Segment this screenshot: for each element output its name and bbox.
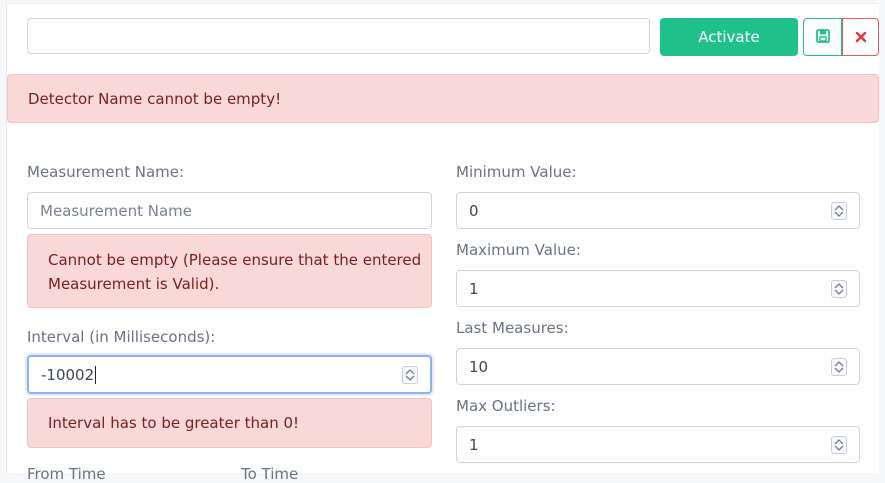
measurement-name-placeholder: Measurement Name xyxy=(40,201,192,220)
measurement-name-label: Measurement Name: xyxy=(27,163,185,181)
minimum-value-input[interactable]: 0 xyxy=(456,192,860,229)
measurement-error-text: Cannot be empty (Please ensure that the … xyxy=(48,251,422,293)
interval-label: Interval (in Milliseconds): xyxy=(27,328,216,346)
detector-name-input[interactable] xyxy=(27,18,650,54)
activate-button[interactable]: Activate xyxy=(660,18,798,56)
max-outliers-input[interactable]: 1 xyxy=(456,426,860,463)
interval-error-text: Interval has to be greater than 0! xyxy=(48,414,300,432)
interval-input[interactable]: -10002 xyxy=(27,355,432,394)
maximum-value-label: Maximum Value: xyxy=(456,241,581,259)
chevron-down-icon xyxy=(834,289,844,295)
detector-name-error-text: Detector Name cannot be empty! xyxy=(28,89,282,108)
interval-value: -10002 xyxy=(41,365,95,384)
max-outliers-label: Max Outliers: xyxy=(456,397,556,415)
save-icon xyxy=(815,28,830,47)
maximum-value-spinner[interactable] xyxy=(831,279,847,298)
chevron-down-icon xyxy=(834,367,844,373)
text-caret xyxy=(95,365,97,384)
close-button[interactable] xyxy=(842,18,879,56)
interval-spinner[interactable] xyxy=(402,365,418,384)
to-time-label: To Time xyxy=(241,465,299,483)
chevron-down-icon xyxy=(405,375,415,381)
max-outliers-value: 1 xyxy=(469,435,479,454)
minimum-value-value: 0 xyxy=(469,201,479,220)
chevron-down-icon xyxy=(834,445,844,451)
last-measures-value: 10 xyxy=(469,357,489,376)
save-button[interactable] xyxy=(803,18,842,56)
from-time-label: From Time xyxy=(27,465,106,483)
chevron-down-icon xyxy=(834,211,844,217)
measurement-name-input[interactable]: Measurement Name xyxy=(27,192,432,229)
measurement-error-alert: Cannot be empty (Please ensure that the … xyxy=(27,234,432,308)
activate-button-label: Activate xyxy=(698,28,760,46)
detector-name-error-alert: Detector Name cannot be empty! xyxy=(7,74,879,123)
last-measures-spinner[interactable] xyxy=(831,357,847,376)
detector-panel: Activate Detector Name cannot be empty! … xyxy=(6,3,879,483)
minimum-value-spinner[interactable] xyxy=(831,201,847,220)
minimum-value-label: Minimum Value: xyxy=(456,163,577,181)
close-icon xyxy=(855,28,867,47)
maximum-value-value: 1 xyxy=(469,279,479,298)
interval-error-alert: Interval has to be greater than 0! xyxy=(27,398,432,448)
last-measures-label: Last Measures: xyxy=(456,319,569,337)
last-measures-input[interactable]: 10 xyxy=(456,348,860,385)
max-outliers-spinner[interactable] xyxy=(831,435,847,454)
maximum-value-input[interactable]: 1 xyxy=(456,270,860,307)
